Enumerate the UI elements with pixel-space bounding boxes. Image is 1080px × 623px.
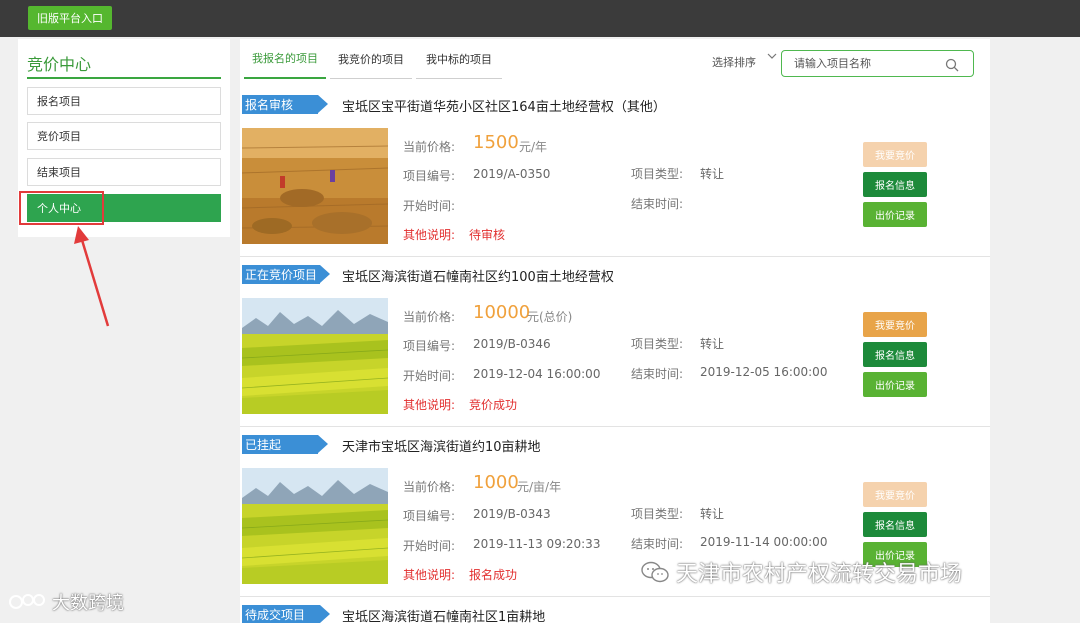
bid-record-button[interactable]: 出价记录 [863,372,927,397]
sidebar-item-signup-projects[interactable]: 报名项目 [27,87,221,115]
end-value: 2019-12-05 16:00:00 [700,365,828,379]
signup-info-button[interactable]: 报名信息 [863,342,927,367]
brand-logo-icon [9,594,45,609]
price-label: 当前价格: [403,140,456,154]
account-watermark-text: 天津市农村产权流转交易市场 [676,562,963,587]
signup-info-button[interactable]: 报名信息 [863,512,927,537]
type-label: 项目类型: [631,167,684,181]
start-label: 开始时间: [403,199,456,213]
note-label: 其他说明: [403,398,456,412]
price-value: 10000 [473,302,531,323]
note-value: 报名成功 [469,568,518,582]
status-badge: 待成交项目 [242,605,330,623]
code-label: 项目编号: [403,339,456,353]
chevron-down-icon[interactable] [767,51,777,64]
search-box [781,50,974,77]
highlight-annotation-box [19,191,104,225]
code-value: 2019/B-0343 [473,507,551,521]
wechat-icon [641,561,669,583]
end-label: 结束时间: [631,367,684,381]
project-card: 正在竞价项目 宝坻区海滨街道石幢南社区约100亩土地经营权 当前价格: 1000… [240,257,990,427]
sidebar-title: 竞价中心 [27,51,221,79]
price-unit: 元/亩/年 [517,480,562,494]
annotation-arrow-icon [74,226,110,327]
project-title[interactable]: 宝坻区宝平街道华苑小区社区164亩土地经营权（其他） [342,96,666,115]
sort-dropdown[interactable]: 选择排序 [712,54,756,70]
top-bar: 旧版平台入口 [0,0,1080,37]
project-title[interactable]: 天津市宝坻区海滨街道约10亩耕地 [342,436,541,455]
end-label: 结束时间: [631,537,684,551]
old-platform-button[interactable]: 旧版平台入口 [28,6,112,30]
tab-my-wins[interactable]: 我中标的项目 [416,39,502,79]
project-title[interactable]: 宝坻区海滨街道石幢南社区1亩耕地 [342,606,545,623]
brand-watermark: 大数跨境 [8,589,124,615]
price-label: 当前价格: [403,310,456,324]
start-label: 开始时间: [403,369,456,383]
type-value: 转让 [700,507,725,521]
bid-button[interactable]: 我要竞价 [863,312,927,337]
search-input[interactable] [794,55,944,72]
end-label: 结束时间: [631,197,684,211]
account-watermark: 天津市农村产权流转交易市场 [640,556,962,588]
status-badge: 报名审核 [242,95,328,114]
price-label: 当前价格: [403,480,456,494]
code-value: 2019/A-0350 [473,167,551,181]
bid-button[interactable]: 我要竞价 [863,142,927,167]
brand-watermark-text: 大数跨境 [52,593,124,614]
start-value: 2019-11-13 09:20:33 [473,537,601,551]
bid-button[interactable]: 我要竞价 [863,482,927,507]
rapeseed-field-image [242,298,388,414]
note-value: 待审核 [469,228,506,242]
project-card: 报名审核 宝坻区宝平街道华苑小区社区164亩土地经营权（其他） 当前价格: 15… [240,87,990,257]
note-label: 其他说明: [403,568,456,582]
price-value: 1000 [473,472,519,493]
status-badge: 正在竞价项目 [242,265,330,284]
code-label: 项目编号: [403,169,456,183]
end-value: 2019-11-14 00:00:00 [700,535,828,549]
project-card: 待成交项目 宝坻区海滨街道石幢南社区1亩耕地 [240,597,990,623]
sidebar-item-ended-projects[interactable]: 结束项目 [27,158,221,186]
start-label: 开始时间: [403,539,456,553]
search-icon[interactable] [945,57,959,76]
main-panel: 我报名的项目 我竞价的项目 我中标的项目 选择排序 报名审核 宝坻区宝平街道华苑… [240,39,990,623]
project-title[interactable]: 宝坻区海滨街道石幢南社区约100亩土地经营权 [342,266,614,285]
signup-info-button[interactable]: 报名信息 [863,172,927,197]
type-value: 转让 [700,167,725,181]
price-unit: 元(总价) [527,310,573,324]
type-value: 转让 [700,337,725,351]
price-value: 1500 [473,132,519,153]
bid-record-button[interactable]: 出价记录 [863,202,927,227]
status-badge: 已挂起 [242,435,328,454]
sidebar-item-bidding-projects[interactable]: 竞价项目 [27,122,221,150]
start-value: 2019-12-04 16:00:00 [473,367,601,381]
note-value: 竞价成功 [469,398,518,412]
tab-my-bids[interactable]: 我竞价的项目 [330,39,412,79]
tab-my-signups[interactable]: 我报名的项目 [244,39,326,79]
note-label: 其他说明: [403,228,456,242]
type-label: 项目类型: [631,337,684,351]
type-label: 项目类型: [631,507,684,521]
rapeseed-field-image [242,468,388,584]
code-value: 2019/B-0346 [473,337,551,351]
price-unit: 元/年 [519,140,548,154]
wheat-harvest-image [242,128,388,244]
code-label: 项目编号: [403,509,456,523]
